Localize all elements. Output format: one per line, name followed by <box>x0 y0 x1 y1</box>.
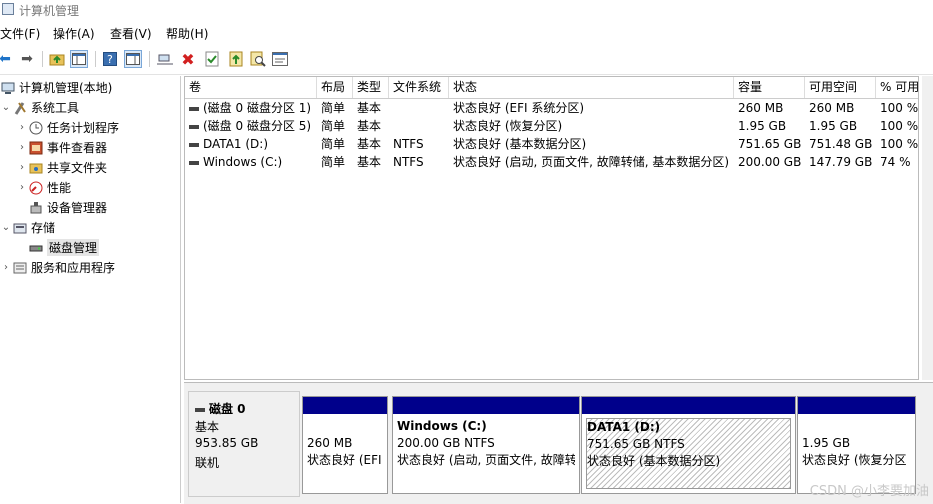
volume-icon <box>189 106 199 111</box>
import-icon[interactable] <box>227 50 245 68</box>
watermark: CSDN @小李要加油 <box>809 484 929 499</box>
partition-size: 1.95 GB <box>802 436 851 450</box>
help-topics-icon[interactable] <box>124 50 142 68</box>
tree-item-system-tools[interactable]: ⌄ 系统工具 <box>0 98 79 117</box>
connect-icon[interactable] <box>156 50 174 68</box>
chevron-down-icon[interactable]: ⌄ <box>0 102 12 113</box>
partition-data1-d[interactable]: DATA1 (D:) 751.65 GB NTFS 状态良好 (基本数据分区) <box>581 396 796 494</box>
chevron-down-icon[interactable]: ⌄ <box>0 222 12 233</box>
partition-status: 状态良好 (恢复分区 <box>802 453 907 467</box>
search-icon[interactable] <box>249 50 267 68</box>
chevron-right-icon[interactable]: › <box>0 262 12 273</box>
partition-size: 751.65 GB NTFS <box>587 437 685 451</box>
volume-icon <box>189 142 199 147</box>
services-icon <box>12 260 28 276</box>
volume-list: 卷 布局 类型 文件系统 状态 容量 可用空间 % 可用 (磁盘 0 磁盘分区 … <box>184 76 919 380</box>
partition-title: DATA1 (D:) <box>587 420 661 434</box>
computer-icon <box>0 80 16 96</box>
properties-icon[interactable] <box>271 50 289 68</box>
disk-name: 磁盘 0 <box>209 402 246 416</box>
chevron-right-icon[interactable]: › <box>16 162 28 173</box>
svg-text:?: ? <box>107 53 113 66</box>
column-header-capacity[interactable]: 容量 <box>734 77 805 98</box>
up-folder-icon[interactable] <box>48 50 66 68</box>
show-hide-tree-icon[interactable] <box>70 50 88 68</box>
disk-size: 953.85 GB <box>195 436 259 450</box>
tree-item-shared-folders[interactable]: › 共享文件夹 <box>16 158 107 177</box>
column-header-percent-free[interactable]: % 可用 <box>876 77 918 98</box>
clock-icon <box>28 120 44 136</box>
column-header-status[interactable]: 状态 <box>449 77 734 98</box>
partition-title: Windows (C:) <box>397 419 487 433</box>
menu-help[interactable]: 帮助(H) <box>166 25 208 42</box>
tree-item-computer-management[interactable]: 计算机管理(本地) <box>0 78 112 97</box>
back-arrow-icon[interactable]: ⬅ <box>0 50 14 68</box>
partition-efi[interactable]: 260 MB 状态良好 (EFI <box>302 396 388 494</box>
table-row[interactable]: DATA1 (D:) 简单 基本 NTFS 状态良好 (基本数据分区) 751.… <box>185 135 918 153</box>
table-row[interactable]: (磁盘 0 磁盘分区 5) 简单 基本 状态良好 (恢复分区) 1.95 GB … <box>185 117 918 135</box>
column-header-free-space[interactable]: 可用空间 <box>805 77 876 98</box>
chevron-right-icon[interactable]: › <box>16 142 28 153</box>
window-title: 计算机管理 <box>19 4 80 18</box>
partition-status: 状态良好 (启动, 页面文件, 故障转 <box>397 453 575 467</box>
tools-icon <box>12 100 28 116</box>
tree-item-device-manager[interactable]: 设备管理器 <box>28 198 107 217</box>
shared-folder-icon <box>28 160 44 176</box>
tree-item-performance[interactable]: › 性能 <box>16 178 71 197</box>
vertical-scrollbar[interactable] <box>922 76 933 380</box>
check-icon[interactable] <box>203 50 221 68</box>
toolbar: ⬅ ➡ ? ✖ <box>0 46 933 75</box>
storage-icon <box>12 220 28 236</box>
forward-arrow-icon[interactable]: ➡ <box>18 50 36 68</box>
tree-item-task-scheduler[interactable]: › 任务计划程序 <box>16 118 119 137</box>
title-bar: 计算机管理 <box>0 0 933 20</box>
partition-size: 200.00 GB NTFS <box>397 436 495 450</box>
chevron-right-icon[interactable]: › <box>16 122 28 133</box>
computer-management-icon <box>2 3 14 15</box>
table-row[interactable]: Windows (C:) 简单 基本 NTFS 状态良好 (启动, 页面文件, … <box>185 153 918 171</box>
navigation-tree: 计算机管理(本地) ⌄ 系统工具 › 任务计划程序 › 事件查看器 › 共享文件… <box>0 76 181 503</box>
tree-item-storage[interactable]: ⌄ 存储 <box>0 218 55 237</box>
menu-bar: 文件(F) 操作(A) 查看(V) 帮助(H) <box>0 22 933 44</box>
volume-icon <box>189 160 199 165</box>
volume-list-header: 卷 布局 类型 文件系统 状态 容量 可用空间 % 可用 <box>185 77 918 99</box>
partition-windows-c[interactable]: Windows (C:) 200.00 GB NTFS 状态良好 (启动, 页面… <box>392 396 580 494</box>
device-manager-icon <box>28 200 44 216</box>
column-header-volume[interactable]: 卷 <box>185 77 317 98</box>
disk-management-icon <box>28 240 44 256</box>
tree-item-services-applications[interactable]: › 服务和应用程序 <box>0 258 115 277</box>
menu-action[interactable]: 操作(A) <box>53 25 95 42</box>
tree-item-disk-management[interactable]: 磁盘管理 <box>28 238 100 257</box>
column-header-layout[interactable]: 布局 <box>317 77 353 98</box>
partition-size: 260 MB <box>307 436 353 450</box>
event-viewer-icon <box>28 140 44 156</box>
disk-0-info[interactable]: 磁盘 0 基本 953.85 GB 联机 <box>188 391 300 497</box>
partition-status: 状态良好 (EFI <box>307 453 382 467</box>
column-header-type[interactable]: 类型 <box>353 77 389 98</box>
disk-icon <box>195 407 205 412</box>
column-header-filesystem[interactable]: 文件系统 <box>389 77 449 98</box>
volume-icon <box>189 124 199 129</box>
menu-view[interactable]: 查看(V) <box>110 25 152 42</box>
disk-type: 基本 <box>195 420 220 434</box>
performance-icon <box>28 180 44 196</box>
delete-icon[interactable]: ✖ <box>179 50 197 69</box>
disk-status: 联机 <box>195 456 220 470</box>
table-row[interactable]: (磁盘 0 磁盘分区 1) 简单 基本 状态良好 (EFI 系统分区) 260 … <box>185 99 918 117</box>
menu-file[interactable]: 文件(F) <box>0 25 40 42</box>
partition-status: 状态良好 (基本数据分区) <box>587 454 721 468</box>
tree-item-event-viewer[interactable]: › 事件查看器 <box>16 138 107 157</box>
chevron-right-icon[interactable]: › <box>16 182 28 193</box>
help-icon[interactable]: ? <box>101 50 119 68</box>
